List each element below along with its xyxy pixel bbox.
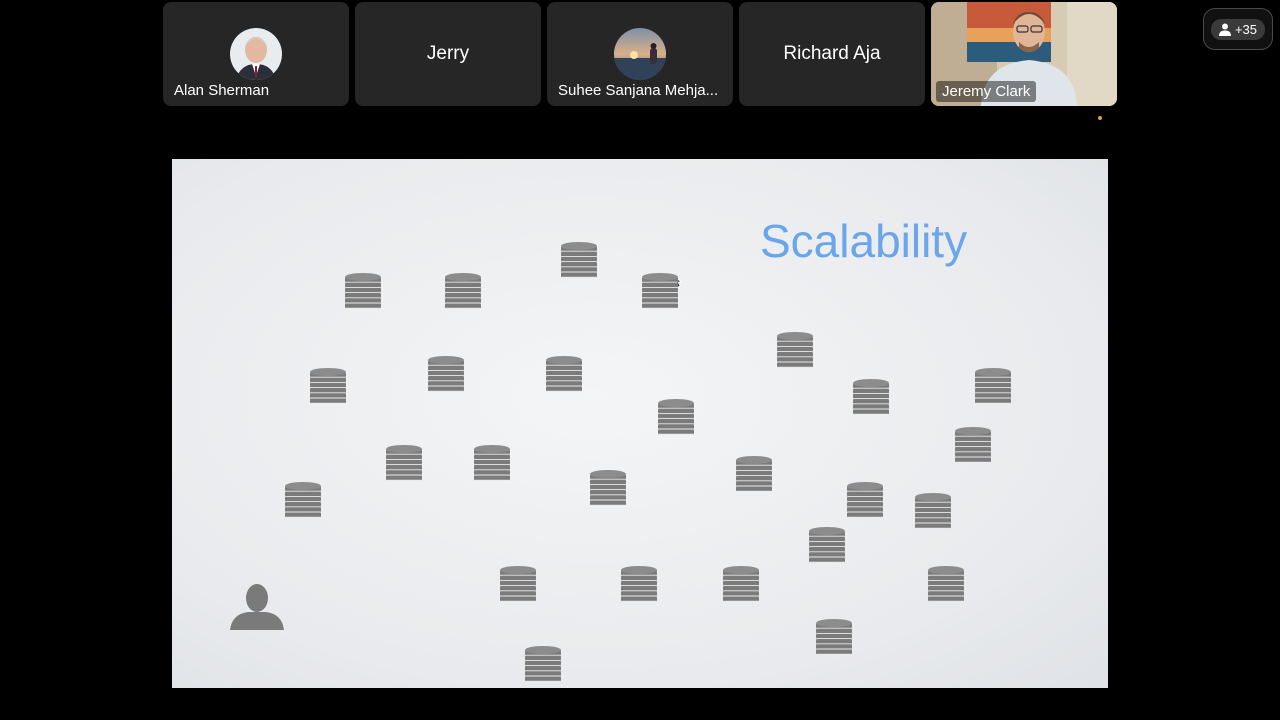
coin-stack-icon xyxy=(853,379,889,415)
coin-stack-icon xyxy=(642,273,678,309)
coin-stack-icon xyxy=(723,566,759,602)
coin-stack-icon xyxy=(809,527,845,563)
coin-stack-icon xyxy=(816,619,852,655)
avatar xyxy=(230,28,282,80)
coin-stack-icon xyxy=(928,566,964,602)
coin-stack-icon xyxy=(445,273,481,309)
participant-tile-alan-sherman[interactable]: Alan Sherman xyxy=(163,2,349,106)
person-silhouette-icon xyxy=(230,584,284,630)
coin-stack-icon xyxy=(386,445,422,481)
coin-stack-icon xyxy=(285,482,321,518)
coin-stack-icon xyxy=(345,273,381,309)
coin-stack-icon xyxy=(915,493,951,529)
slide-title: Scalability xyxy=(760,215,968,267)
coin-stack-icon xyxy=(621,566,657,602)
participant-tile-jeremy-clark[interactable]: Jeremy Clark xyxy=(931,2,1117,106)
person-icon xyxy=(1218,23,1231,36)
coin-stack-icon xyxy=(590,470,626,506)
coin-stack-icon xyxy=(777,332,813,368)
coin-stack-icon xyxy=(975,368,1011,404)
coin-stack-icon xyxy=(847,482,883,518)
coin-stack-icon xyxy=(561,242,597,278)
coin-stack-icon xyxy=(658,399,694,435)
participant-name: Richard Aja xyxy=(783,43,881,64)
coin-stack-icon xyxy=(310,368,346,404)
participant-name: Jeremy Clark xyxy=(936,81,1037,102)
participant-tile-suhee[interactable]: Suhee Sanjana Mehja... xyxy=(547,2,733,106)
participant-name: Jerry xyxy=(426,43,470,64)
coin-stack-icon xyxy=(525,646,561,682)
coin-stack-icon xyxy=(546,356,582,392)
more-participants-count: +35 xyxy=(1234,21,1258,37)
coin-stack-icon xyxy=(500,566,536,602)
coin-stack-icon xyxy=(474,445,510,481)
participant-tile-jerry[interactable]: Jerry xyxy=(355,2,541,106)
coin-stack-icon xyxy=(955,427,991,463)
more-participants-button[interactable]: +35 xyxy=(1203,8,1273,50)
coin-stack-icon xyxy=(428,356,464,392)
coin-stack-icon xyxy=(736,456,772,492)
participant-tile-richard-aja[interactable]: Richard Aja xyxy=(739,2,925,106)
more-participants-pill: +35 xyxy=(1210,18,1266,40)
participant-name: Suhee Sanjana Mehja... xyxy=(558,82,719,99)
activity-indicator xyxy=(1098,116,1102,120)
participant-name: Alan Sherman xyxy=(174,82,270,99)
avatar xyxy=(614,28,666,80)
shared-slide: Scalability xyxy=(172,159,1108,688)
